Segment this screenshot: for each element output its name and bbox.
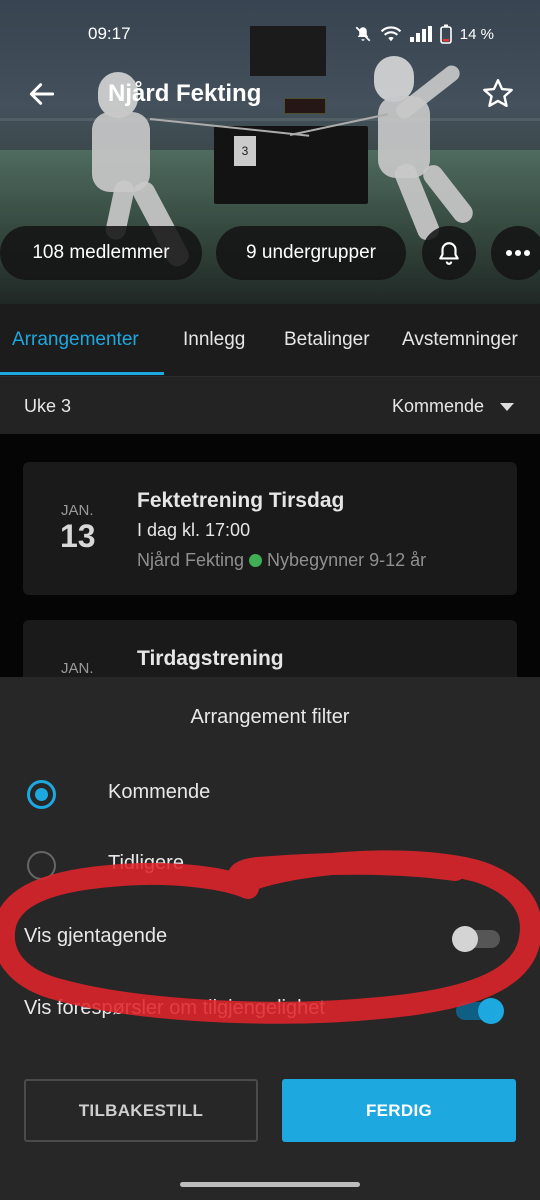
bell-icon	[439, 242, 459, 265]
toggle-vis-foresporsler[interactable]: Vis forespørsler om tilgjengelighet	[0, 983, 540, 1037]
toggle-label: Vis gjentagende	[24, 925, 168, 947]
tab-innlegg[interactable]: Innlegg	[183, 304, 245, 376]
toggle-label: Vis forespørsler om tilgjengelighet	[24, 997, 325, 1019]
event-group: Njård Fekting	[137, 550, 245, 570]
option-kommende[interactable]: Kommende	[0, 767, 540, 821]
subgroups-chip[interactable]: 9 undergrupper	[216, 226, 406, 280]
event-card[interactable]: JAN. 13 Fektetrening Tirsdag I dag kl. 1…	[23, 462, 517, 595]
reset-button[interactable]: TILBAKESTILL	[24, 1079, 258, 1142]
week-label: Uke 3	[24, 396, 72, 416]
event-title: Fektetrening Tirsdag	[137, 489, 345, 512]
battery-icon	[439, 24, 452, 44]
notifications-button[interactable]	[422, 226, 476, 280]
event-title: Tirdagstrening	[137, 647, 284, 670]
event-filter-dropdown[interactable]: Kommende	[392, 396, 514, 417]
page-title: Njård Fekting	[108, 80, 262, 107]
tab-bar: Arrangementer Innlegg Betalinger Avstemn…	[0, 304, 540, 376]
event-filter-bar: Uke 3 Kommende	[0, 376, 540, 434]
event-day: 13	[60, 518, 96, 554]
filter-bottom-sheet: Arrangement filter Kommende Tidligere Vi…	[0, 677, 540, 1200]
done-button[interactable]: FERDIG	[282, 1079, 516, 1142]
favorite-button[interactable]	[480, 76, 516, 112]
option-tidligere[interactable]: Tidligere	[0, 838, 540, 892]
sheet-title: Arrangement filter	[190, 706, 350, 728]
home-indicator[interactable]	[180, 1182, 360, 1187]
switch-knob	[452, 926, 478, 952]
back-button[interactable]	[26, 78, 58, 110]
event-time: I dag kl. 17:00	[137, 520, 251, 540]
event-subgroup: Nybegynner 9-12 år	[267, 550, 427, 570]
repeating-switch[interactable]	[452, 926, 500, 952]
tab-avstemninger[interactable]: Avstemninger	[402, 304, 518, 376]
status-bar: 09:17 14 %	[0, 0, 540, 70]
availability-switch[interactable]	[456, 998, 504, 1024]
status-time: 09:17	[88, 24, 131, 43]
radio-button-unchecked[interactable]	[27, 851, 56, 880]
event-month: JAN.	[61, 502, 94, 519]
star-outline-icon	[483, 79, 513, 108]
signal-icon	[409, 26, 432, 42]
wifi-icon	[380, 26, 402, 42]
toggle-vis-gjentagende[interactable]: Vis gjentagende	[0, 911, 540, 965]
event-month: JAN.	[61, 660, 94, 677]
tab-arrangementer[interactable]: Arrangementer	[12, 304, 139, 376]
battery-percent: 14 %	[459, 25, 494, 43]
option-label: Kommende	[108, 781, 211, 803]
dropdown-caret-icon	[500, 402, 514, 411]
radio-button-checked[interactable]	[27, 780, 56, 809]
more-options-button[interactable]	[491, 226, 540, 280]
back-arrow-icon	[29, 83, 55, 105]
members-chip[interactable]: 108 medlemmer	[0, 226, 202, 280]
more-horizontal-icon	[506, 250, 530, 256]
status-icons: 14 %	[354, 24, 494, 44]
switch-knob	[478, 998, 504, 1024]
option-label: Tidligere	[108, 852, 184, 874]
subgroup-color-dot	[249, 554, 263, 567]
tab-betalinger[interactable]: Betalinger	[284, 304, 370, 376]
mute-icon	[355, 26, 371, 42]
event-group-line: Njård Fekting Nybegynner 9-12 år	[137, 550, 426, 571]
event-filter-value: Kommende	[391, 396, 484, 416]
active-tab-indicator	[0, 372, 164, 375]
